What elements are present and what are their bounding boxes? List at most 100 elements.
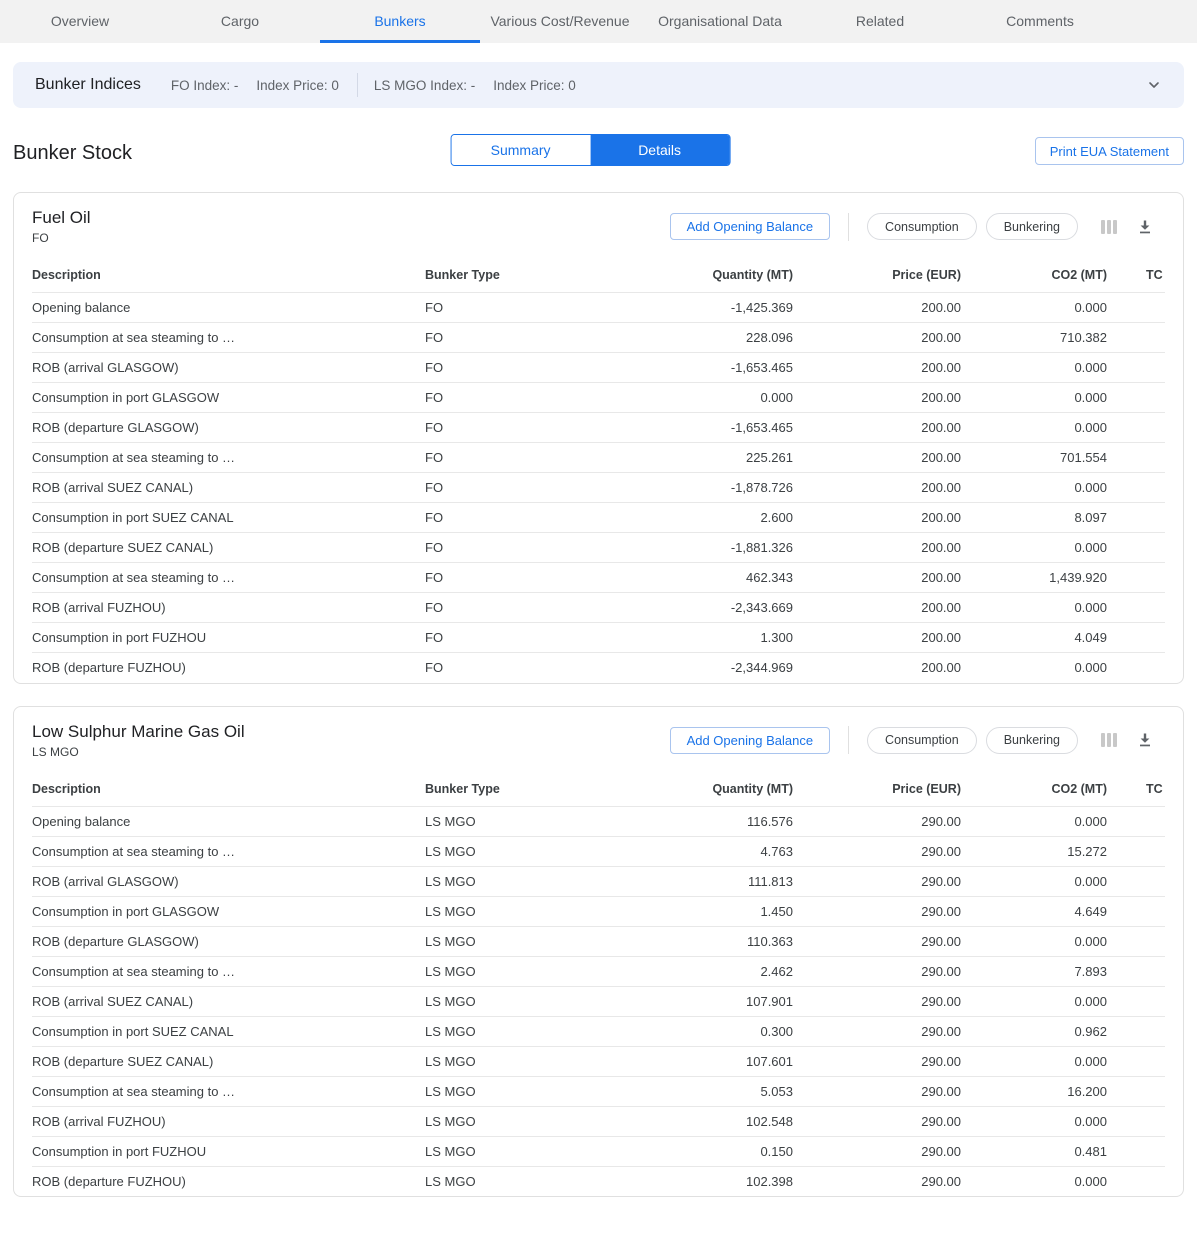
cell-price: 290.00: [793, 1106, 961, 1136]
tab-cargo[interactable]: Cargo: [160, 0, 320, 43]
table-row[interactable]: Consumption in port SUEZ CANALLS MGO0.30…: [32, 1016, 1165, 1046]
cell-tc: [1107, 533, 1165, 563]
bunker-cards: Fuel Oil FO Add Opening Balance Consumpt…: [13, 192, 1184, 1197]
cell-tc: [1107, 806, 1165, 836]
columns-icon[interactable]: [1101, 733, 1117, 747]
tab-various-cost-revenue[interactable]: Various Cost/Revenue: [480, 0, 640, 43]
card-subtitle: LS MGO: [32, 745, 245, 759]
download-icon[interactable]: [1137, 219, 1153, 235]
table-row[interactable]: Consumption in port SUEZ CANALFO2.600200…: [32, 503, 1165, 533]
cell-bunker-type: FO: [425, 563, 597, 593]
table-row[interactable]: Consumption in port GLASGOWLS MGO1.45029…: [32, 896, 1165, 926]
cell-co2: 0.962: [961, 1016, 1107, 1046]
table-row[interactable]: ROB (departure GLASGOW)LS MGO110.363290.…: [32, 926, 1165, 956]
cell-quantity: 5.053: [597, 1076, 793, 1106]
tab-bunkers[interactable]: Bunkers: [320, 0, 480, 43]
tab-overview[interactable]: Overview: [0, 0, 160, 43]
cell-price: 290.00: [793, 1016, 961, 1046]
column-header-description: Description: [32, 259, 425, 293]
print-eua-statement-button[interactable]: Print EUA Statement: [1035, 137, 1184, 165]
table-row[interactable]: ROB (arrival GLASGOW)LS MGO111.813290.00…: [32, 866, 1165, 896]
tab-organisational-data[interactable]: Organisational Data: [640, 0, 800, 43]
bunker-indices-bar[interactable]: Bunker Indices FO Index: -Index Price: 0…: [13, 62, 1184, 108]
cell-description: ROB (arrival SUEZ CANAL): [32, 473, 425, 503]
cell-co2: 16.200: [961, 1076, 1107, 1106]
cell-bunker-type: FO: [425, 323, 597, 353]
bunkering-button[interactable]: Bunkering: [986, 213, 1078, 240]
add-opening-balance-button[interactable]: Add Opening Balance: [670, 727, 830, 754]
consumption-button[interactable]: Consumption: [867, 727, 977, 754]
cell-bunker-type: LS MGO: [425, 956, 597, 986]
tab-bar: OverviewCargoBunkersVarious Cost/Revenue…: [0, 0, 1197, 43]
toggle-summary[interactable]: Summary: [451, 135, 590, 165]
table-row[interactable]: Consumption at sea steaming to …LS MGO2.…: [32, 956, 1165, 986]
filter-buttons: Consumption Bunkering: [867, 213, 1087, 240]
table-row[interactable]: Consumption at sea steaming to …LS MGO5.…: [32, 1076, 1165, 1106]
card-actions: Add Opening Balance Consumption Bunkering: [670, 726, 1165, 754]
cell-price: 290.00: [793, 1046, 961, 1076]
cell-bunker-type: FO: [425, 383, 597, 413]
cell-tc: [1107, 1016, 1165, 1046]
cell-quantity: 1.450: [597, 896, 793, 926]
download-icon[interactable]: [1137, 732, 1153, 748]
consumption-button[interactable]: Consumption: [867, 213, 977, 240]
table-row[interactable]: Consumption in port FUZHOUFO1.300200.004…: [32, 623, 1165, 653]
table-row[interactable]: ROB (departure FUZHOU)LS MGO102.398290.0…: [32, 1166, 1165, 1196]
table-row[interactable]: ROB (departure SUEZ CANAL)FO-1,881.32620…: [32, 533, 1165, 563]
table-row[interactable]: ROB (arrival FUZHOU)FO-2,343.669200.000.…: [32, 593, 1165, 623]
cell-price: 290.00: [793, 1076, 961, 1106]
table-row[interactable]: ROB (arrival GLASGOW)FO-1,653.465200.000…: [32, 353, 1165, 383]
column-header-price-eur: Price (EUR): [793, 259, 961, 293]
chevron-down-icon[interactable]: [1146, 77, 1162, 93]
cell-co2: 710.382: [961, 323, 1107, 353]
table-row[interactable]: Opening balanceFO-1,425.369200.000.000: [32, 293, 1165, 323]
table-row[interactable]: Consumption at sea steaming to …FO462.34…: [32, 563, 1165, 593]
table-row[interactable]: ROB (departure GLASGOW)FO-1,653.465200.0…: [32, 413, 1165, 443]
table-row[interactable]: Opening balanceLS MGO116.576290.000.000: [32, 806, 1165, 836]
table-row[interactable]: ROB (departure FUZHOU)FO-2,344.969200.00…: [32, 653, 1165, 683]
table-row[interactable]: ROB (arrival SUEZ CANAL)LS MGO107.901290…: [32, 986, 1165, 1016]
cell-bunker-type: FO: [425, 533, 597, 563]
toggle-details[interactable]: Details: [590, 135, 729, 165]
cell-description: Consumption in port GLASGOW: [32, 896, 425, 926]
cell-quantity: -1,653.465: [597, 413, 793, 443]
add-opening-balance-button[interactable]: Add Opening Balance: [670, 213, 830, 240]
cell-description: Consumption in port GLASGOW: [32, 383, 425, 413]
cell-tc: [1107, 443, 1165, 473]
cell-tc: [1107, 593, 1165, 623]
cell-description: Consumption in port SUEZ CANAL: [32, 1016, 425, 1046]
table-row[interactable]: ROB (arrival FUZHOU)LS MGO102.548290.000…: [32, 1106, 1165, 1136]
tab-related[interactable]: Related: [800, 0, 960, 43]
bunker-card-ls-mgo: Low Sulphur Marine Gas Oil LS MGO Add Op…: [13, 706, 1184, 1198]
cell-quantity: 0.150: [597, 1136, 793, 1166]
cell-quantity: 2.462: [597, 956, 793, 986]
tab-comments[interactable]: Comments: [960, 0, 1120, 43]
table-row[interactable]: Consumption at sea steaming to …LS MGO4.…: [32, 836, 1165, 866]
divider: [848, 213, 849, 241]
cell-description: ROB (departure SUEZ CANAL): [32, 1046, 425, 1076]
cell-tc: [1107, 896, 1165, 926]
cell-price: 200.00: [793, 593, 961, 623]
index-item-fo-index: FO Index: -: [171, 78, 239, 93]
table-row[interactable]: Consumption in port FUZHOULS MGO0.150290…: [32, 1136, 1165, 1166]
bunker-table: DescriptionBunker TypeQuantity (MT)Price…: [32, 259, 1165, 683]
cell-description: Consumption in port SUEZ CANAL: [32, 503, 425, 533]
cell-description: Consumption in port FUZHOU: [32, 1136, 425, 1166]
columns-icon[interactable]: [1101, 220, 1117, 234]
divider: [848, 726, 849, 754]
table-row[interactable]: ROB (arrival SUEZ CANAL)FO-1,878.726200.…: [32, 473, 1165, 503]
table-row[interactable]: Consumption at sea steaming to …FO225.26…: [32, 443, 1165, 473]
table-row[interactable]: ROB (departure SUEZ CANAL)LS MGO107.6012…: [32, 1046, 1165, 1076]
table-row[interactable]: Consumption at sea steaming to …FO228.09…: [32, 323, 1165, 353]
cell-quantity: 111.813: [597, 866, 793, 896]
column-header-description: Description: [32, 773, 425, 807]
cell-tc: [1107, 1136, 1165, 1166]
cell-price: 290.00: [793, 1166, 961, 1196]
cell-bunker-type: LS MGO: [425, 1076, 597, 1106]
bunkering-button[interactable]: Bunkering: [986, 727, 1078, 754]
table-header-row: DescriptionBunker TypeQuantity (MT)Price…: [32, 259, 1165, 293]
cell-price: 200.00: [793, 413, 961, 443]
cell-bunker-type: FO: [425, 293, 597, 323]
cell-quantity: 0.000: [597, 383, 793, 413]
table-row[interactable]: Consumption in port GLASGOWFO0.000200.00…: [32, 383, 1165, 413]
